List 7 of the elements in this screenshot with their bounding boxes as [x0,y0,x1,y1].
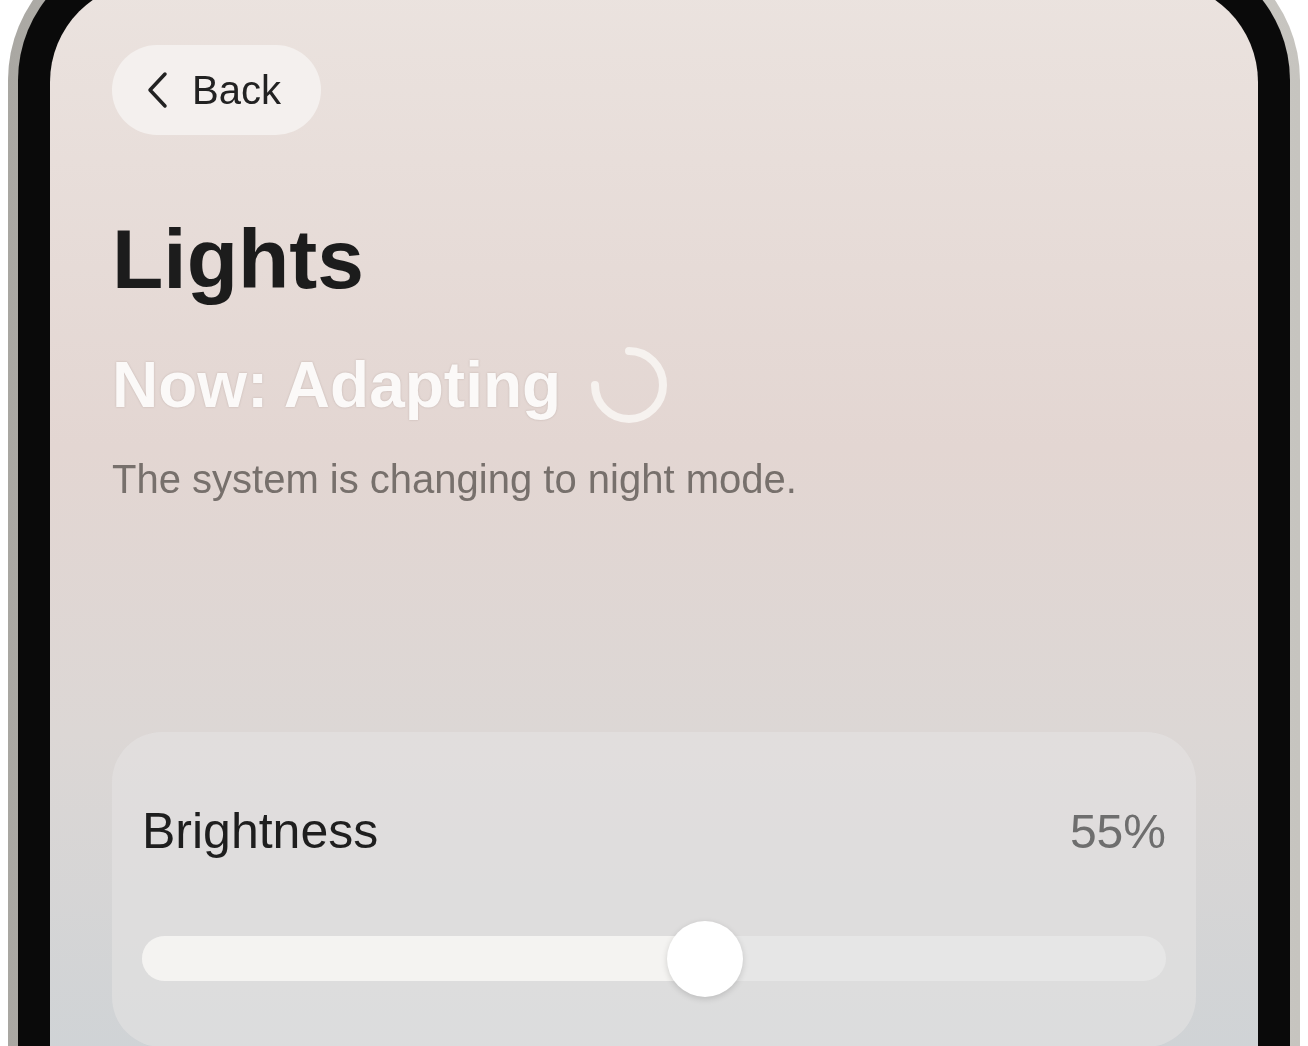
chevron-left-icon [146,71,168,109]
brightness-slider[interactable] [142,920,1166,997]
brightness-label: Brightness [142,802,379,860]
slider-thumb[interactable] [667,920,744,997]
brightness-reading: 55% [1069,803,1166,859]
back-button[interactable]: Back [112,45,321,135]
description-text: The system is changing to night mode. [112,457,798,502]
